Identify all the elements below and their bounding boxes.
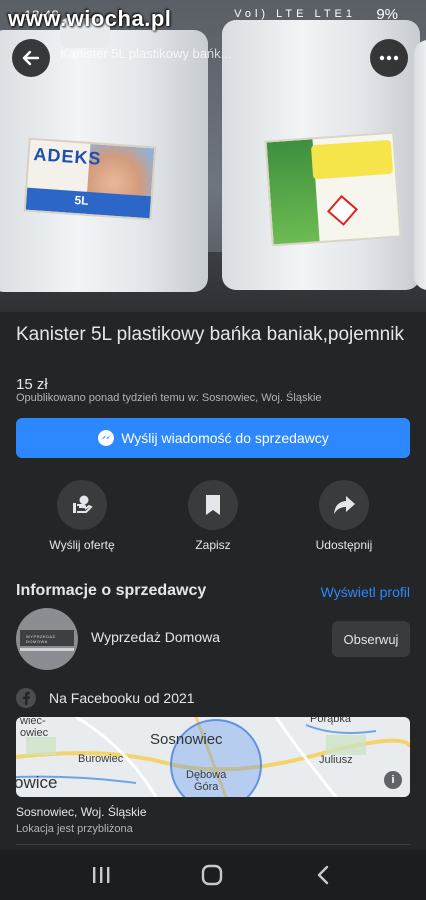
back-arrow-icon: [22, 50, 40, 66]
offer-hand-icon: [57, 480, 107, 530]
messenger-icon: [97, 429, 115, 447]
recent-apps-icon: [93, 867, 110, 883]
listing-details: Kanister 5L plastikowy bańka baniak,poje…: [0, 312, 426, 850]
map-info-icon[interactable]: i: [384, 771, 402, 789]
listing-posted: Opublikowano ponad tydzień temu w: Sosno…: [16, 392, 322, 404]
label-brand: ADEKS: [32, 144, 103, 169]
back-button[interactable]: [12, 39, 50, 77]
map-label-porabka: Porąbka: [310, 717, 351, 725]
map-label-juliusz: Juliusz: [319, 754, 353, 766]
dish-soap-label: [264, 131, 402, 247]
canister-edge: [414, 40, 426, 290]
hazard-icon: [326, 194, 359, 226]
map-label-bottom-left: owice: [16, 773, 58, 792]
seller-avatar[interactable]: WYPRZEDAŻ DOMOWA: [16, 608, 78, 670]
system-nav-bar: [0, 850, 426, 900]
label-yellow-logo: [310, 139, 394, 180]
facebook-icon: [16, 688, 36, 708]
facebook-since: Na Facebooku od 2021: [16, 688, 195, 708]
share-arrow-icon: [319, 480, 369, 530]
map-label-debowa-gora: Dębowa Góra: [186, 769, 227, 793]
save-button[interactable]: Zapisz: [153, 480, 273, 552]
watermark: www.wiocha.pl: [8, 6, 172, 31]
message-seller-label: Wyślij wiadomość do sprzedawcy: [121, 430, 329, 446]
label-size: 5L: [74, 192, 89, 208]
seller-row: WYPRZEDAŻ DOMOWA Wyprzedaż Domowa Obserw…: [16, 608, 410, 672]
more-dots-icon: [379, 55, 399, 61]
location-map[interactable]: wiec- owiec Porąbka Sosnowiec Burowiec J…: [16, 717, 410, 797]
follow-button[interactable]: Obserwuj: [332, 621, 410, 657]
listing-title: Kanister 5L plastikowy bańka baniak,poje…: [16, 324, 404, 345]
send-offer-button[interactable]: Wyślij ofertę: [22, 480, 142, 552]
avatar-text: WYPRZEDAŻ DOMOWA: [26, 634, 56, 644]
location-name: Sosnowiec, Woj. Śląskie: [16, 805, 147, 819]
map-label-top-left: wiec- owiec: [20, 717, 49, 739]
battery-level: 9%: [376, 6, 398, 23]
location-note: Lokacja jest przybliżona: [16, 823, 133, 835]
listing-price: 15 zł: [16, 376, 48, 393]
section-divider: [16, 844, 410, 845]
status-icons: Vol) LTE LTE1: [234, 8, 356, 20]
share-label: Udostępnij: [315, 538, 373, 552]
bookmark-icon: [188, 480, 238, 530]
adeks-label: ADEKS 5L: [23, 137, 157, 221]
back-chevron-icon: [317, 865, 329, 885]
seller-info-heading: Informacje o sprzedawcy: [16, 582, 207, 599]
seller-name[interactable]: Wyprzedaż Domowa: [91, 629, 220, 645]
share-button[interactable]: Udostępnij: [284, 480, 404, 552]
home-button[interactable]: [199, 862, 225, 888]
view-profile-link[interactable]: Wyświetl profil: [321, 584, 410, 600]
more-options-button[interactable]: [370, 39, 408, 77]
save-label: Zapisz: [195, 538, 231, 552]
send-offer-label: Wyślij ofertę: [49, 538, 115, 552]
header-title: Kanister 5L plastikowy bańk...: [60, 46, 232, 61]
avatar-underline: [20, 648, 74, 651]
recent-apps-button[interactable]: [88, 862, 114, 888]
home-icon: [201, 864, 223, 886]
action-row: Wyślij ofertę Zapisz Udostępnij: [0, 480, 426, 552]
message-seller-button[interactable]: Wyślij wiadomość do sprzedawcy: [16, 418, 410, 458]
back-nav-button[interactable]: [310, 862, 336, 888]
facebook-since-text: Na Facebooku od 2021: [49, 690, 195, 706]
map-label-burowiec: Burowiec: [78, 753, 124, 765]
map-label-sosnowiec: Sosnowiec: [150, 731, 223, 748]
